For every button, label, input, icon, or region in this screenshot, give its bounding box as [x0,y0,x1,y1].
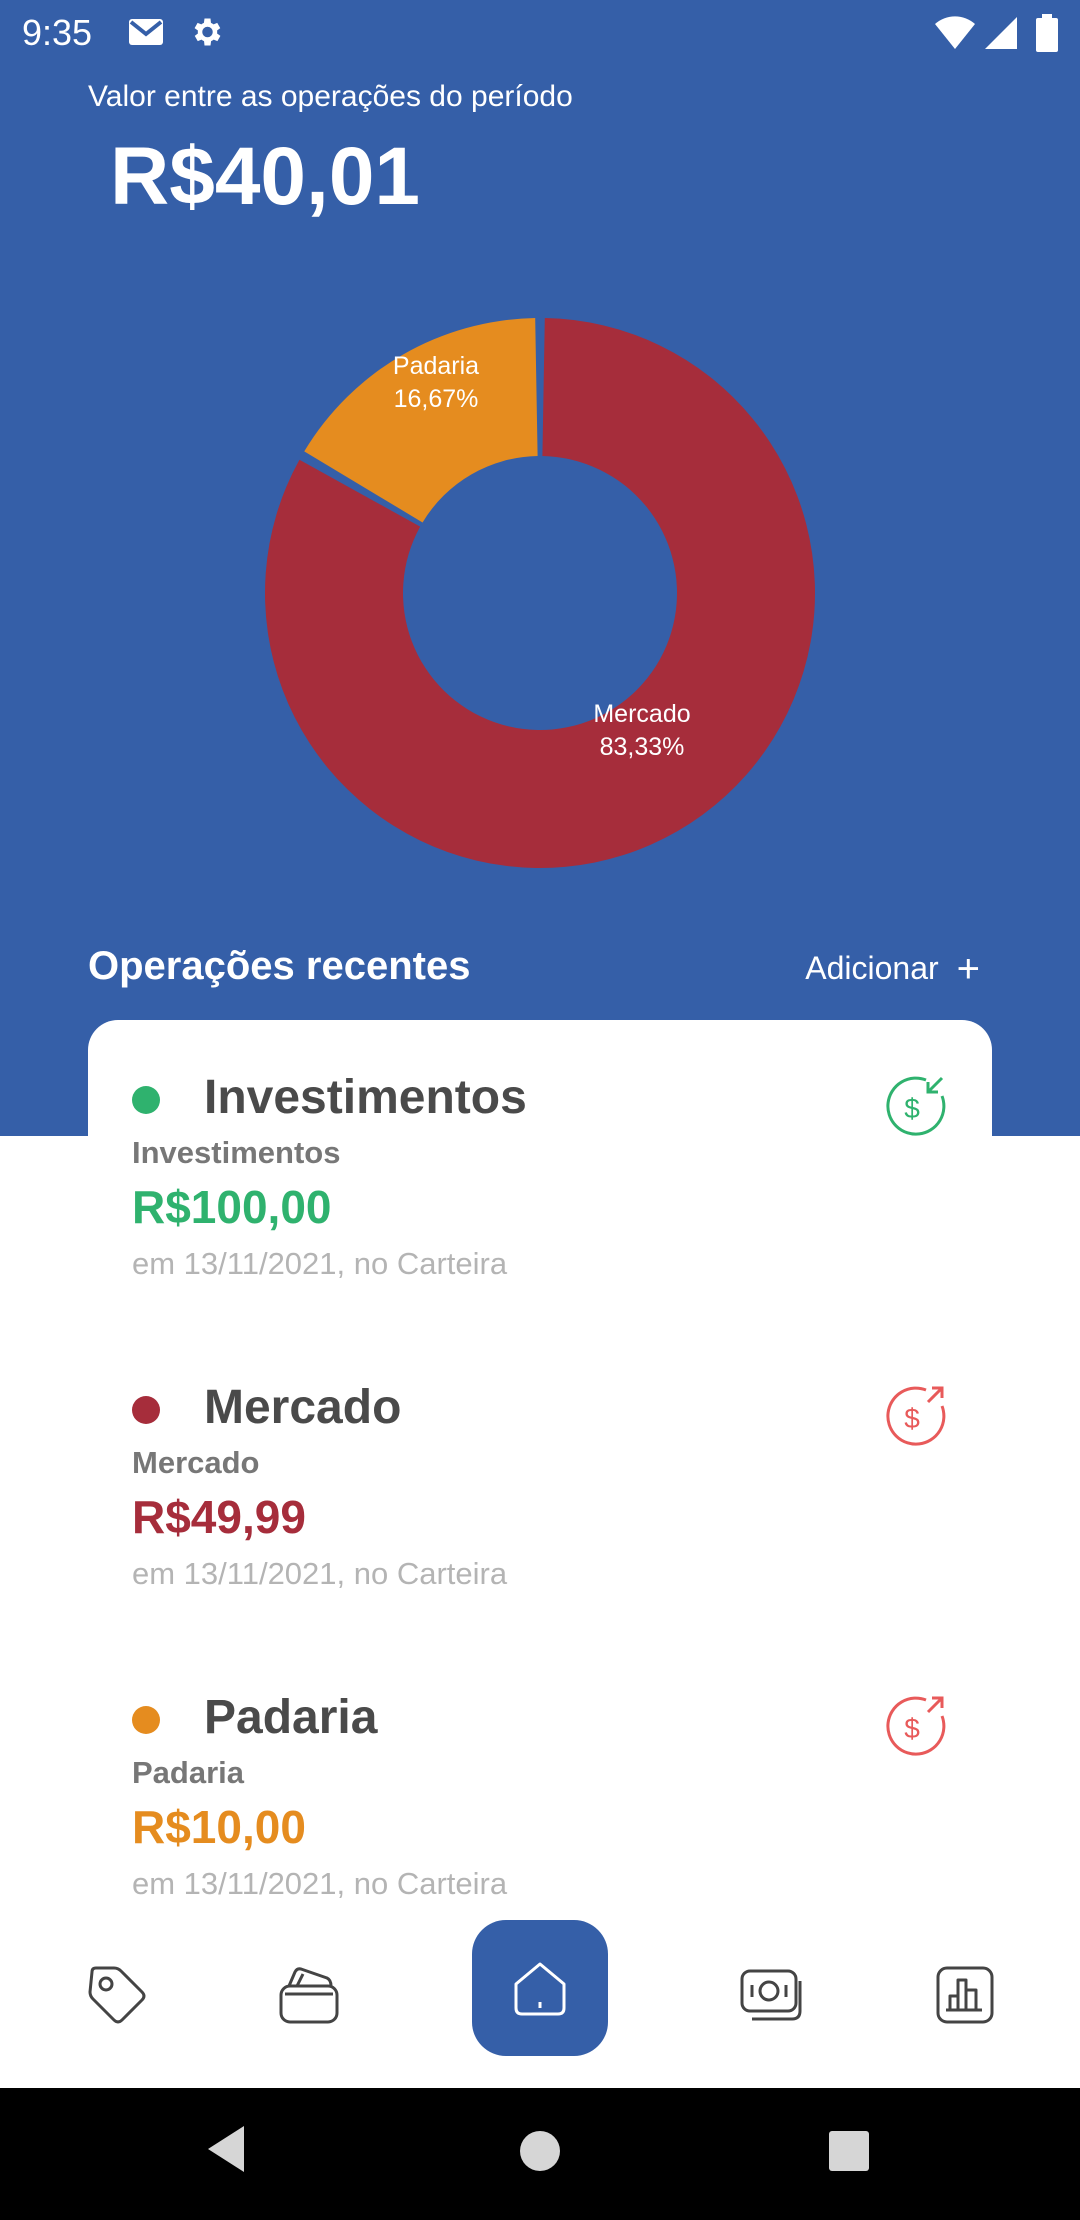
nav-reports[interactable] [930,1960,1000,2030]
money-icon [740,1969,802,2021]
system-navigation-bar [0,2088,1080,2220]
expense-icon: $ [886,1696,946,1756]
status-time: 9:35 [22,12,93,53]
operation-title: Mercado [204,1381,402,1434]
status-bar: 9:35 [0,0,1080,66]
recents-icon[interactable] [828,2130,870,2172]
operation-subtitle: Mercado [132,1445,260,1480]
bottom-navigation [0,1900,1080,2088]
nav-categories[interactable] [82,1960,152,2030]
operation-item-padaria[interactable]: Padaria Padaria R$10,00 em 13/11/2021, n… [88,1640,992,1940]
expense-icon: $ [886,1386,946,1446]
svg-text:$: $ [904,1093,920,1124]
battery-icon [1036,14,1058,52]
operation-date: em 13/11/2021, no Carteira [132,1866,508,1901]
plus-icon: + [956,946,980,991]
operation-title: Padaria [204,1691,378,1744]
donut-chart: Mercado 83,33% Padaria 16,67% [264,318,815,868]
svg-text:$: $ [904,1403,920,1434]
settings-icon [194,18,221,46]
chart-icon [936,1966,994,2024]
category-dot [132,1396,160,1424]
wallet-icon [279,1967,339,2024]
home-icon [514,1962,566,2016]
category-dot [132,1706,160,1734]
nav-wallets[interactable] [274,1960,344,2030]
operation-date: em 13/11/2021, no Carteira [132,1246,508,1281]
signal-icon [985,17,1017,49]
tag-icon [88,1966,146,2024]
gmail-icon [129,19,163,45]
operation-subtitle: Padaria [132,1755,245,1790]
operation-subtitle: Investimentos [132,1135,341,1170]
home-circle-icon[interactable] [519,2130,561,2172]
slice-label-percent: 16,67% [394,385,479,413]
income-icon: $ [886,1076,946,1136]
period-label: Valor entre as operações do período [88,80,573,113]
category-dot [132,1086,160,1114]
operation-title: Investimentos [204,1071,527,1124]
operation-item-mercado[interactable]: Mercado Mercado R$49,99 em 13/11/2021, n… [88,1330,992,1630]
operation-item-investimentos[interactable]: Investimentos Investimentos R$100,00 em … [88,1020,992,1320]
operation-value: R$49,99 [132,1491,306,1543]
period-value: R$40,01 [110,131,421,222]
slice-label-name: Mercado [593,700,690,728]
wifi-icon [935,16,975,49]
recent-operations-title: Operações recentes [88,944,471,988]
nav-transactions[interactable] [736,1960,806,2030]
svg-text:$: $ [904,1713,920,1744]
operation-date: em 13/11/2021, no Carteira [132,1556,508,1591]
slice-label-name: Padaria [393,352,479,380]
add-operation-button[interactable]: Adicionar + [805,946,980,991]
add-label: Adicionar [805,950,939,986]
back-icon[interactable] [204,2124,248,2174]
slice-label-percent: 83,33% [600,733,685,761]
operation-value: R$10,00 [132,1801,306,1853]
operation-value: R$100,00 [132,1181,332,1233]
nav-home[interactable] [472,1920,608,2056]
